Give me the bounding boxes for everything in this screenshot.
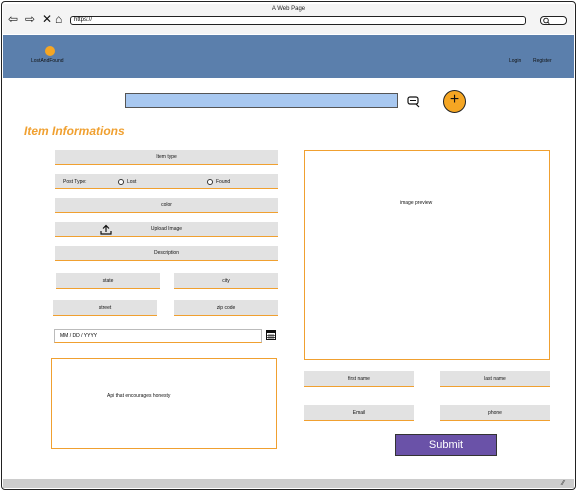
site-header [3,35,574,78]
upload-icon [100,224,112,235]
first-name-field[interactable]: first name [304,371,414,387]
street-field[interactable]: street [53,300,157,316]
color-field[interactable]: color [55,198,278,213]
state-field[interactable]: state [56,273,160,289]
honesty-box [51,358,277,449]
post-type-field [55,174,278,189]
section-title: Item Informations [24,124,125,138]
browser-search-button[interactable] [540,16,567,25]
search-input[interactable] [125,93,398,108]
close-icon[interactable]: ✕ [42,13,52,25]
item-type-field[interactable]: Item type [55,150,278,165]
city-field[interactable]: city [174,273,278,289]
search-icon[interactable] [407,94,421,108]
email-field[interactable]: Email [304,405,414,421]
calendar-icon[interactable] [266,329,276,340]
image-preview-label: image preview [400,200,433,206]
last-name-field[interactable]: last name [440,371,550,387]
add-button[interactable]: + [443,90,466,113]
lost-radio[interactable] [118,179,124,185]
submit-button[interactable]: Submit [395,434,497,456]
home-icon[interactable]: ⌂ [55,13,62,25]
url-bar[interactable]: https:// [70,16,526,25]
description-field[interactable]: Description [55,246,278,261]
post-type-label: Post Type: [63,179,87,185]
login-link[interactable]: Login [509,58,521,64]
brand-name[interactable]: LostAndFound [31,58,64,64]
register-link[interactable]: Register [533,58,552,64]
upload-image-button[interactable]: Upload Image [55,222,278,237]
phone-field[interactable]: phone [440,405,550,421]
resize-handle-icon[interactable]: ⁄⁄ [562,479,564,488]
date-input[interactable]: MM / DD / YYYY [54,329,262,343]
image-preview-box [304,150,550,360]
logo-smiley-icon [45,46,55,56]
honesty-text: Api that encourages honesty [107,393,171,399]
forward-icon[interactable]: ⇨ [25,13,35,25]
found-radio[interactable] [207,179,213,185]
back-icon[interactable]: ⇦ [8,13,18,25]
window-title: A Web Page [271,6,306,12]
lost-label: Lost [127,179,137,185]
browser-statusbar [3,479,574,488]
zip-code-field[interactable]: zip code [174,300,278,316]
found-label: Found [216,179,231,185]
